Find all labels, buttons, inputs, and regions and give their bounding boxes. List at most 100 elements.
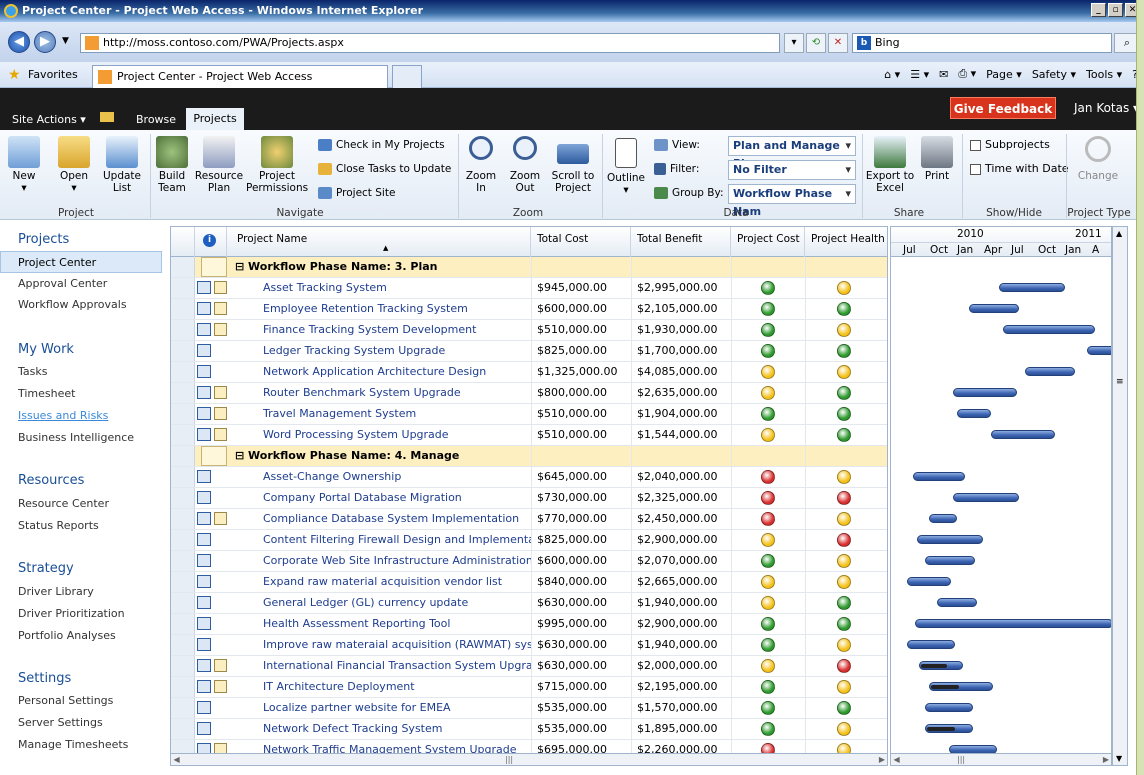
- project-name-link[interactable]: Compliance Database System Implementatio…: [263, 509, 531, 529]
- nav-issues-risks[interactable]: Issues and Risks: [18, 409, 108, 422]
- nav-manage-timesheets[interactable]: Manage Timesheets: [18, 738, 128, 751]
- scroll-thumb[interactable]: ≡: [1116, 377, 1124, 387]
- mail-icon[interactable]: ✉: [939, 68, 948, 81]
- project-name-link[interactable]: Employee Retention Tracking System: [263, 299, 531, 319]
- resource-plan-button[interactable]: Resource Plan: [194, 136, 244, 194]
- project-name-link[interactable]: Company Portal Database Migration: [263, 488, 531, 508]
- gantt-bar[interactable]: [925, 556, 975, 565]
- nav-server-settings[interactable]: Server Settings: [18, 716, 103, 729]
- gantt-horizontal-scrollbar[interactable]: ◀ ||| ▶: [891, 753, 1111, 765]
- row-selector[interactable]: [171, 677, 195, 697]
- gantt-bar[interactable]: [917, 535, 983, 544]
- gantt-bar[interactable]: [925, 703, 973, 712]
- gantt-bar[interactable]: [999, 283, 1065, 292]
- row-selector[interactable]: [171, 488, 195, 508]
- gantt-bar[interactable]: [969, 304, 1019, 313]
- gantt-bar[interactable]: [937, 598, 977, 607]
- project-name-link[interactable]: Asset-Change Ownership: [263, 467, 531, 487]
- table-row[interactable]: Company Portal Database Migration $730,00…: [171, 488, 887, 509]
- gantt-bar[interactable]: [953, 388, 1017, 397]
- stop-icon[interactable]: ✕: [828, 33, 848, 53]
- nav-approval-center[interactable]: Approval Center: [18, 277, 107, 290]
- filter-select[interactable]: No Filter: [728, 160, 856, 180]
- table-row[interactable]: Router Benchmark System Upgrade $800,000.…: [171, 383, 887, 404]
- table-row[interactable]: Network Application Architecture Design $…: [171, 362, 887, 383]
- time-with-date-checkbox[interactable]: Time with Date: [970, 162, 1069, 175]
- zoom-out-button[interactable]: Zoom Out: [508, 136, 542, 194]
- project-name-link[interactable]: Content Filtering Firewall Design and Im…: [263, 530, 531, 550]
- project-name-link[interactable]: Word Processing System Upgrade: [263, 425, 531, 445]
- close-tasks-button[interactable]: Close Tasks to Update: [318, 162, 451, 176]
- nav-tasks[interactable]: Tasks: [18, 365, 47, 378]
- forward-icon[interactable]: ▶: [34, 31, 56, 53]
- column-header-project-name[interactable]: Project Name ▲: [227, 227, 531, 257]
- table-row[interactable]: Asset-Change Ownership $645,000.00 $2,040,…: [171, 467, 887, 488]
- nav-heading-settings[interactable]: Settings: [18, 671, 71, 686]
- gantt-bar[interactable]: [1003, 325, 1095, 334]
- maximize-button[interactable]: ▫: [1108, 3, 1123, 17]
- table-row[interactable]: Ledger Tracking System Upgrade $825,000.0…: [171, 341, 887, 362]
- open-button[interactable]: Open ▾: [56, 136, 92, 194]
- print-cmd-icon[interactable]: ⎙ ▾: [958, 67, 976, 81]
- project-name-link[interactable]: General Ledger (GL) currency update: [263, 593, 531, 613]
- row-selector[interactable]: [171, 656, 195, 676]
- table-row[interactable]: Expand raw material acquisition vendor l…: [171, 572, 887, 593]
- nav-project-center[interactable]: Project Center: [18, 256, 96, 269]
- tab-browse[interactable]: Browse: [136, 113, 176, 126]
- give-feedback-button[interactable]: Give Feedback: [950, 97, 1056, 119]
- row-selector[interactable]: [171, 404, 195, 424]
- history-dropdown-icon[interactable]: ▼: [62, 36, 69, 46]
- nav-business-intelligence[interactable]: Business Intelligence: [18, 431, 134, 444]
- zoom-in-button[interactable]: Zoom In: [464, 136, 498, 194]
- project-name-link[interactable]: Ledger Tracking System Upgrade: [263, 341, 531, 361]
- gantt-bar[interactable]: [1087, 346, 1111, 355]
- column-header-total-cost[interactable]: Total Cost: [531, 227, 631, 257]
- check-in-button[interactable]: Check in My Projects: [318, 138, 445, 152]
- home-icon[interactable]: ⌂ ▾: [884, 68, 900, 81]
- table-row[interactable]: Travel Management System $510,000.00 $1,90…: [171, 404, 887, 425]
- gantt-bar[interactable]: [913, 472, 965, 481]
- group-by-select[interactable]: Workflow Phase Nam: [728, 184, 856, 218]
- row-selector[interactable]: [171, 341, 195, 361]
- nav-workflow-approvals[interactable]: Workflow Approvals: [18, 298, 127, 311]
- project-name-link[interactable]: Network Defect Tracking System: [263, 719, 531, 739]
- table-row[interactable]: General Ledger (GL) currency update $630,…: [171, 593, 887, 614]
- nav-driver-prioritization[interactable]: Driver Prioritization: [18, 607, 125, 620]
- table-row[interactable]: Corporate Web Site Infrastructure Admini…: [171, 551, 887, 572]
- row-selector[interactable]: [171, 614, 195, 634]
- row-selector[interactable]: [171, 551, 195, 571]
- tools-menu[interactable]: Tools ▾: [1086, 68, 1122, 81]
- vertical-scrollbar[interactable]: ▲ ≡ ▼: [1112, 226, 1128, 766]
- project-name-link[interactable]: International Financial Transaction Syst…: [263, 656, 531, 676]
- nav-driver-library[interactable]: Driver Library: [18, 585, 94, 598]
- row-selector[interactable]: [171, 635, 195, 655]
- gantt-bar[interactable]: [991, 430, 1055, 439]
- nav-heading-projects[interactable]: Projects: [18, 232, 69, 247]
- favorites-star-icon[interactable]: ★: [8, 68, 21, 82]
- grid-horizontal-scrollbar[interactable]: ◀ ||| ▶: [171, 753, 887, 765]
- gantt-bar[interactable]: [915, 619, 1111, 628]
- update-list-button[interactable]: Update List: [100, 136, 144, 194]
- project-name-link[interactable]: Router Benchmark System Upgrade: [263, 383, 531, 403]
- row-selector[interactable]: [171, 698, 195, 718]
- nav-resource-center[interactable]: Resource Center: [18, 497, 109, 510]
- favorites-button[interactable]: Favorites: [28, 68, 78, 81]
- tab-projects[interactable]: Projects: [186, 108, 244, 130]
- nav-personal-settings[interactable]: Personal Settings: [18, 694, 113, 707]
- table-row[interactable]: Word Processing System Upgrade $510,000.0…: [171, 425, 887, 446]
- group-header-row[interactable]: ⊟ Workflow Phase Name: 3. Plan: [171, 257, 887, 278]
- subprojects-checkbox[interactable]: Subprojects: [970, 138, 1050, 151]
- user-menu[interactable]: Jan Kotas ▾: [1074, 101, 1139, 115]
- table-row[interactable]: Employee Retention Tracking System $600,0…: [171, 299, 887, 320]
- nav-timesheet[interactable]: Timesheet: [18, 387, 75, 400]
- minimize-button[interactable]: _: [1091, 3, 1106, 17]
- gantt-bar[interactable]: [953, 493, 1019, 502]
- print-button[interactable]: Print: [918, 136, 956, 182]
- row-selector[interactable]: [171, 278, 195, 298]
- browser-tab[interactable]: Project Center - Project Web Access: [92, 65, 388, 88]
- export-excel-button[interactable]: Export to Excel: [864, 136, 916, 194]
- table-row[interactable]: Network Defect Tracking System $535,000.0…: [171, 719, 887, 740]
- row-selector[interactable]: [171, 299, 195, 319]
- build-team-button[interactable]: Build Team: [154, 136, 190, 194]
- refresh-icon[interactable]: ⟲: [806, 33, 826, 53]
